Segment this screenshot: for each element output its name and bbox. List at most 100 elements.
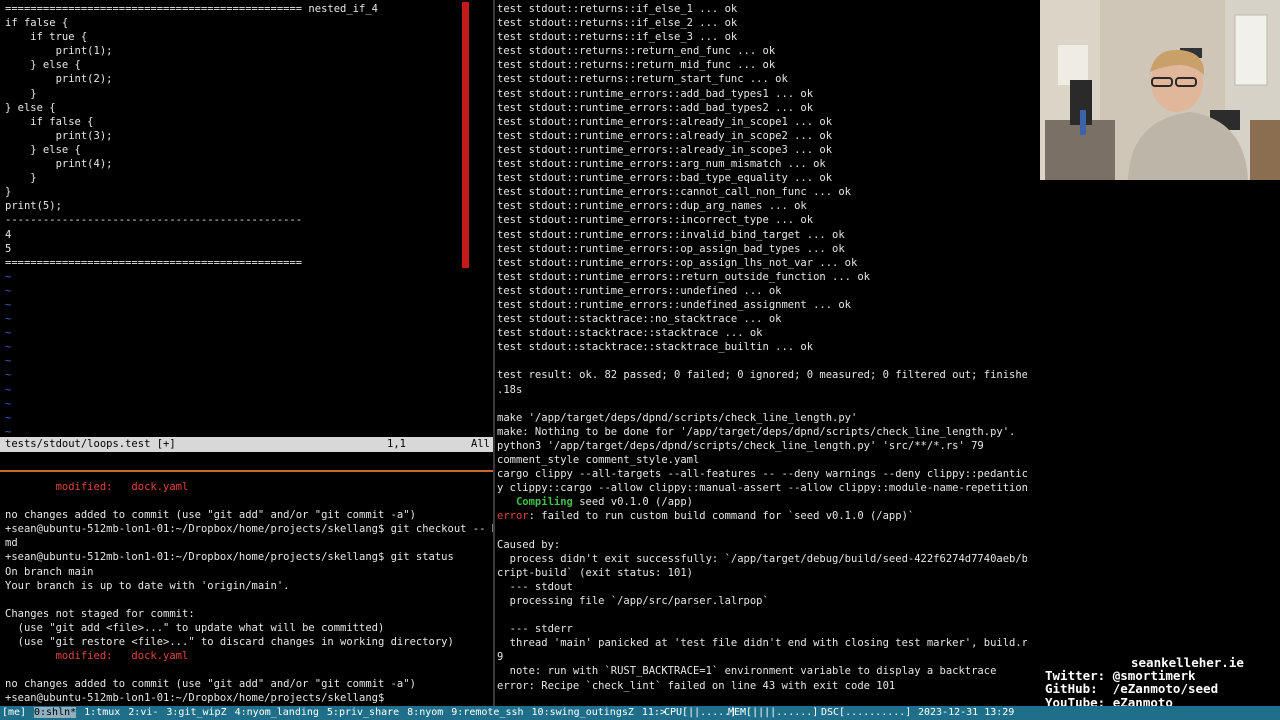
test-output-line: test stdout::runtime_errors::op_assign_l… (497, 256, 858, 269)
test-output-line (497, 397, 1025, 411)
vim-line: } (5, 172, 37, 185)
test-output-line: processing file `/app/src/parser.lalrpop… (497, 594, 769, 607)
test-output-pane[interactable]: test stdout::returns::if_else_1 ... ok te… (497, 0, 1027, 706)
vim-line: print(1); (5, 45, 113, 58)
test-output[interactable]: test stdout::returns::if_else_1 ... ok te… (497, 2, 1027, 693)
vim-buffer[interactable]: ========================================… (5, 2, 465, 439)
test-output-line: test stdout::runtime_errors::add_bad_typ… (497, 101, 814, 114)
webcam-video (1040, 0, 1280, 180)
test-output-line: process didn't exit successfully: `/app/… (497, 552, 1027, 565)
vim-statusline: tests/stdout/loops.test [+] 1,1 All (0, 437, 493, 452)
tmux-window-tab[interactable]: 2:vi- (128, 707, 158, 718)
vim-empty-line-marker: ~ (5, 270, 12, 283)
vim-empty-line-marker: ~ (5, 341, 12, 354)
vim-empty-line-marker: ~ (5, 355, 12, 368)
vim-line: } else { (5, 101, 56, 114)
test-output-line: test stdout::runtime_errors::op_assign_b… (497, 242, 845, 255)
test-output-line: cargo clippy --all-targets --all-feature… (497, 468, 1027, 481)
vim-empty-line-marker: ~ (5, 313, 12, 326)
vim-line: } else { (5, 143, 81, 156)
test-output-line: Caused by: (497, 538, 561, 551)
test-output-line: make: Nothing to be done for '/app/targe… (497, 425, 1016, 438)
vim-line: } (5, 87, 37, 100)
test-output-line: thread 'main' panicked at 'test file did… (497, 637, 1027, 650)
test-output-line: --- stdout (497, 580, 573, 593)
test-output-line: error: failed to run custom build comman… (497, 510, 915, 523)
test-output-line (497, 354, 1025, 368)
tmux-window-tab[interactable]: 8:nyom (407, 707, 443, 718)
test-output-line: test stdout::runtime_errors::incorrect_t… (497, 214, 814, 227)
vim-line: print(3); (5, 129, 113, 142)
test-output-line: test stdout::runtime_errors::already_in_… (497, 129, 833, 142)
test-output-line: test stdout::runtime_errors::bad_type_eq… (497, 172, 833, 185)
tmux-window-tab[interactable]: 10:swing_outingsZ (532, 707, 634, 718)
test-output-line: comment_style comment_style.yaml (497, 454, 700, 466)
tmux-window-tab[interactable]: 4:nyom_landing (235, 707, 319, 718)
test-output-line: test stdout::runtime_errors::arg_num_mis… (497, 158, 826, 171)
tmux-window-tab[interactable]: 1:tmux (84, 707, 120, 718)
tmux-status-bar: [me] 0:shln* 1:tmux 2:vi- 3:git_wipZ 4:nyom_… (0, 706, 1280, 720)
vim-line: print(5); (5, 200, 62, 213)
vim-pane[interactable]: ========================================… (0, 0, 493, 452)
test-output-line: test stdout::runtime_errors::invalid_bin… (497, 228, 845, 241)
shell-line: Your branch is up to date with 'origin/m… (5, 579, 290, 592)
tmux-datetime: 2023-12-31 13:29 (918, 707, 1015, 718)
test-output-line: test stdout::returns::if_else_2 ... ok (497, 17, 738, 30)
test-output-line: --- stderr (497, 623, 573, 636)
vim-empty-line-marker: ~ (5, 369, 12, 382)
tmux-cpu: CPU[||.....] (664, 707, 737, 718)
test-output-line: test stdout::returns::return_end_func ..… (497, 45, 776, 58)
shell-line: modified: dock.yaml (5, 481, 189, 493)
vim-line: ========================================… (5, 3, 378, 15)
test-output-line: test stdout::runtime_errors::already_in_… (497, 143, 833, 156)
vim-empty-line-marker: ~ (5, 284, 12, 297)
test-output-line: .18s (497, 383, 523, 396)
pane-divider-vertical[interactable] (493, 0, 495, 706)
test-output-line: test stdout::runtime_errors::return_outs… (497, 270, 870, 283)
vim-empty-line-marker: ~ (5, 411, 12, 424)
test-output-line: y clippy::cargo --allow clippy::manual-a… (497, 482, 1027, 495)
vim-line: ----------------------------------------… (5, 214, 303, 227)
tmux-window-tab[interactable]: 11:> (642, 707, 666, 718)
shell-line: no changes added to commit (use "git add… (5, 509, 416, 522)
shell-line: Changes not staged for commit: (5, 607, 195, 620)
tmux-window-tab[interactable]: 5:priv_share (327, 707, 399, 718)
tmux-window-tab[interactable]: 0:shln* (34, 707, 77, 718)
test-output-line: error: Recipe `check_lint` failed on lin… (497, 679, 896, 692)
test-output-line: test stdout::runtime_errors::add_bad_typ… (497, 87, 814, 100)
test-output-line: Compiling seed v0.1.0 (/app) (515, 496, 693, 509)
shell-line: no changes added to commit (use "git add… (5, 678, 416, 691)
vim-line: if false { (5, 115, 94, 128)
pane-divider-horizontal[interactable] (0, 470, 493, 472)
vim-status-position: 1,1 (387, 438, 406, 450)
test-output-line: make '/app/target/deps/dpnd/scripts/chec… (497, 411, 858, 424)
vim-empty-line-marker: ~ (5, 383, 12, 396)
test-output-line: cript-build` (exit status: 101) (497, 566, 693, 579)
shell-line: (use "git add <file>..." to update what … (5, 621, 385, 634)
test-output-line: test stdout::stacktrace::stacktrace_buil… (497, 341, 814, 354)
shell-pane[interactable]: modified: dock.yaml no changes added to c… (0, 477, 493, 706)
test-output-line: test stdout::stacktrace::stacktrace ... … (497, 327, 763, 340)
vim-empty-line-marker: ~ (5, 397, 12, 410)
compiling-label: Compiling (515, 496, 573, 509)
vim-line: 5 (5, 242, 12, 255)
shell-line: +sean@ubuntu-512mb-lon1-01:~/Dropbox/hom… (5, 692, 391, 705)
shell-line: On branch main (5, 565, 94, 578)
tmux-session[interactable]: [me] (2, 706, 26, 720)
test-output-line: note: run with `RUST_BACKTRACE=1` enviro… (497, 665, 997, 678)
shell-line: md (5, 537, 18, 550)
github-label: GitHub: /eZanmoto/seed (1045, 681, 1219, 697)
shell-output[interactable]: modified: dock.yaml no changes added to c… (5, 480, 493, 706)
tmux-window-tab[interactable]: 3:git_wipZ (166, 707, 226, 718)
vim-line: ========================================… (5, 256, 303, 269)
tmux-window-list[interactable]: 0:shln* 1:tmux 2:vi- 3:git_wipZ 4:nyom_landi… (34, 706, 674, 720)
test-output-line: test result: ok. 82 passed; 0 failed; 0 … (497, 369, 1027, 382)
vim-status-filename: tests/stdout/loops.test [+] (5, 438, 176, 450)
vim-line: } (5, 186, 12, 199)
shell-line: (use "git restore <file>..." to discard … (5, 636, 454, 649)
test-output-line (497, 608, 1025, 622)
test-output-line (497, 523, 1025, 537)
tmux-window-tab[interactable]: 9:remote_ssh (451, 707, 523, 718)
test-output-line: test stdout::runtime_errors::dup_arg_nam… (497, 200, 807, 213)
